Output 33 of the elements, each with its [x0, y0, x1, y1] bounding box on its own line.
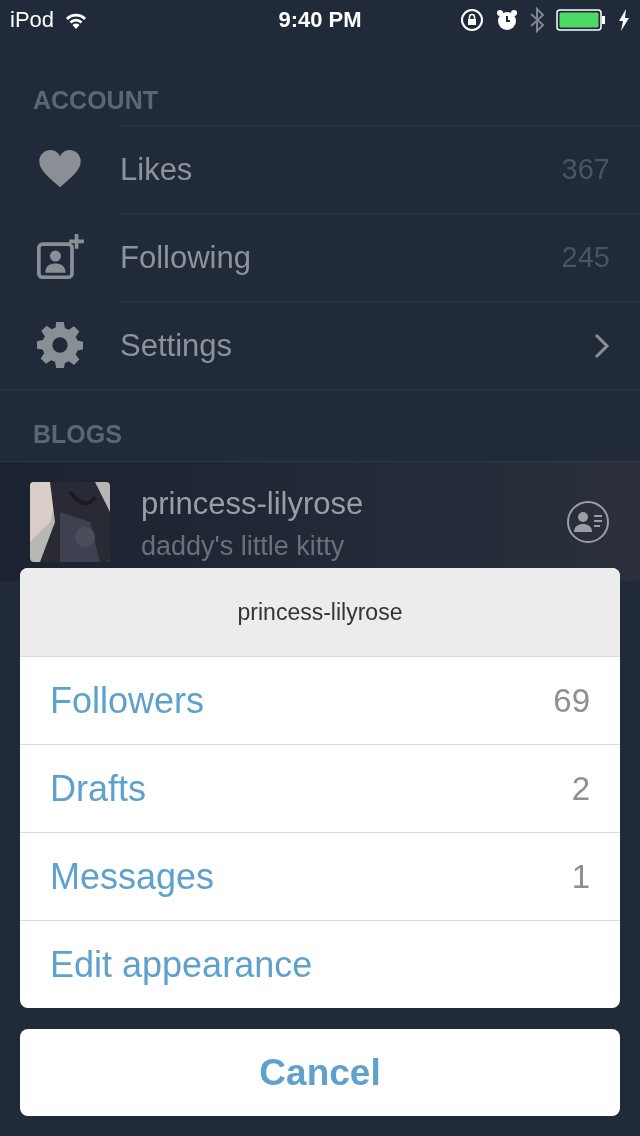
- status-time: 9:40 PM: [278, 7, 362, 33]
- carrier-name: iPod: [10, 7, 55, 33]
- contact-add-icon: [36, 234, 84, 280]
- sheet-option[interactable]: Drafts 2: [20, 744, 620, 832]
- wifi-icon: [64, 11, 89, 29]
- option-count: 69: [553, 681, 590, 720]
- menu-item[interactable]: Likes: [120, 151, 562, 188]
- cancel-button[interactable]: Cancel: [20, 1029, 620, 1116]
- bluetooth-icon: [530, 7, 544, 33]
- section-header: ACCOUNT: [33, 86, 158, 116]
- option-label: Followers: [50, 679, 206, 722]
- option-label: Edit appearance: [50, 943, 314, 986]
- chevron-icon: [594, 332, 610, 359]
- blog-row[interactable]: princess-lilyrose daddy's little kitty: [0, 461, 640, 581]
- menu-item[interactable]: Settings: [120, 327, 594, 364]
- option-label: Drafts: [50, 767, 147, 810]
- rotation-lock-icon: [460, 8, 484, 32]
- menu-item[interactable]: Following: [120, 239, 562, 276]
- sheet-option[interactable]: Followers 69: [20, 656, 620, 744]
- sheet-option[interactable]: Edit appearance: [20, 920, 620, 1008]
- section-header: BLOGS: [33, 420, 122, 448]
- option-count: 1: [571, 857, 590, 896]
- alarm-icon: [496, 9, 518, 31]
- settings-icon: [37, 322, 83, 368]
- sheet-title: princess-lilyrose: [237, 598, 403, 626]
- profile-card-icon[interactable]: [566, 500, 610, 544]
- blog-subtitle: daddy's little kitty: [141, 530, 346, 563]
- option-count: 2: [571, 769, 590, 808]
- option-label: Messages: [50, 855, 216, 898]
- battery-icon: [556, 9, 606, 31]
- heart-icon: [39, 150, 81, 188]
- blog-name: princess-lilyrose: [141, 485, 365, 523]
- sheet-option[interactable]: Messages 1: [20, 832, 620, 920]
